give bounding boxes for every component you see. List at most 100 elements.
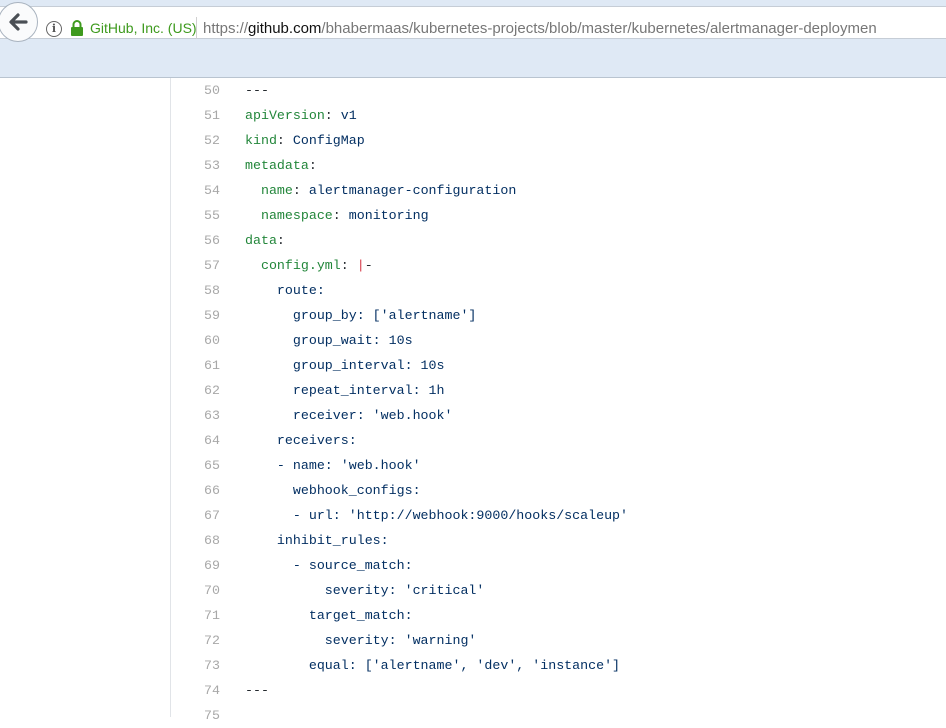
site-identity-label[interactable]: GitHub, Inc. (US) xyxy=(90,20,197,36)
code-text: receiver: 'web.hook' xyxy=(245,403,453,428)
code-line: 61 group_interval: 10s xyxy=(0,353,946,378)
yaml-punctuation: : xyxy=(276,233,285,248)
line-number[interactable]: 52 xyxy=(170,128,220,153)
yaml-key: metadata xyxy=(245,158,309,173)
code-line: 54 name: alertmanager-configuration xyxy=(0,178,946,203)
line-number[interactable]: 62 xyxy=(170,378,220,403)
url-prefix: https:// xyxy=(203,20,249,37)
yaml-punctuation: : xyxy=(308,158,317,173)
line-number[interactable]: 68 xyxy=(170,528,220,553)
line-number[interactable]: 74 xyxy=(170,678,220,703)
line-number[interactable]: 60 xyxy=(170,328,220,353)
code-line: 74 --- xyxy=(0,678,946,703)
line-number[interactable]: 70 xyxy=(170,578,220,603)
code-text: route: xyxy=(245,278,325,303)
code-line: 57 config.yml: |- xyxy=(0,253,946,278)
line-number[interactable]: 53 xyxy=(170,153,220,178)
yaml-punctuation: --- xyxy=(245,83,269,98)
line-number[interactable]: 66 xyxy=(170,478,220,503)
browser-toolbar: i GitHub, Inc. (US) https://github.com/b… xyxy=(0,0,946,78)
code-line: 68 inhibit_rules: xyxy=(0,528,946,553)
line-number[interactable]: 56 xyxy=(170,228,220,253)
yaml-value: - source_match: xyxy=(245,558,413,573)
code-line: 63 receiver: 'web.hook' xyxy=(0,403,946,428)
code-text: group_interval: 10s xyxy=(245,353,445,378)
code-line: 71 target_match: xyxy=(0,603,946,628)
code-text: - url: 'http://webhook:9000/hooks/scaleu… xyxy=(245,503,628,528)
code-text: inhibit_rules: xyxy=(245,528,389,553)
yaml-value: - url: 'http://webhook:9000/hooks/scaleu… xyxy=(245,508,629,523)
info-icon[interactable]: i xyxy=(46,21,62,37)
yaml-value: group_interval: 10s xyxy=(245,358,445,373)
line-number[interactable]: 64 xyxy=(170,428,220,453)
yaml-operator: | xyxy=(356,258,365,273)
code-line: 58 route: xyxy=(0,278,946,303)
yaml-punctuation xyxy=(245,258,261,273)
code-text: --- xyxy=(245,678,269,703)
line-number[interactable]: 61 xyxy=(170,353,220,378)
code-line: 51 apiVersion: v1 xyxy=(0,103,946,128)
yaml-value: group_by: ['alertname'] xyxy=(245,308,477,323)
line-number[interactable]: 72 xyxy=(170,628,220,653)
line-number[interactable]: 59 xyxy=(170,303,220,328)
url-text[interactable]: https://github.com/bhabermaas/kubernetes… xyxy=(203,20,877,37)
yaml-value: webhook_configs: xyxy=(245,483,421,498)
yaml-value: equal: ['alertname', 'dev', 'instance'] xyxy=(245,658,621,673)
line-number[interactable]: 67 xyxy=(170,503,220,528)
code-line: 52 kind: ConfigMap xyxy=(0,128,946,153)
code-view: 50 --- 51 apiVersion: v1 52 kind: ConfigMap 53… xyxy=(0,78,946,723)
code-line: 70 severity: 'critical' xyxy=(0,578,946,603)
divider xyxy=(196,17,197,39)
line-number[interactable]: 54 xyxy=(170,178,220,203)
code-line: 72 severity: 'warning' xyxy=(0,628,946,653)
code-text: name: alertmanager-configuration xyxy=(245,178,516,203)
line-number[interactable]: 51 xyxy=(170,103,220,128)
yaml-punctuation: : xyxy=(332,208,349,223)
code-text: - source_match: xyxy=(245,553,413,578)
code-text: data: xyxy=(245,228,285,253)
yaml-value: v1 xyxy=(340,108,357,123)
line-number[interactable]: 50 xyxy=(170,78,220,103)
line-number[interactable]: 75 xyxy=(170,703,220,728)
code-text: severity: 'warning' xyxy=(245,628,477,653)
code-line: 65 - name: 'web.hook' xyxy=(0,453,946,478)
line-number[interactable]: 69 xyxy=(170,553,220,578)
yaml-key: kind xyxy=(245,133,277,148)
url-host: github.com xyxy=(248,20,322,37)
code-text: target_match: xyxy=(245,603,413,628)
yaml-key: name xyxy=(260,183,293,198)
code-text: severity: 'critical' xyxy=(245,578,485,603)
yaml-value: severity: 'warning' xyxy=(245,633,477,648)
yaml-key: namespace xyxy=(260,208,333,223)
code-text: config.yml: |- xyxy=(245,253,373,278)
line-number[interactable]: 65 xyxy=(170,453,220,478)
line-number[interactable]: 71 xyxy=(170,603,220,628)
code-line: 53 metadata: xyxy=(0,153,946,178)
code-text: metadata: xyxy=(245,153,317,178)
yaml-value: route: xyxy=(245,283,325,298)
line-number[interactable]: 63 xyxy=(170,403,220,428)
address-bar[interactable]: i GitHub, Inc. (US) https://github.com/b… xyxy=(0,6,946,39)
yaml-value: ConfigMap xyxy=(292,133,365,148)
line-number[interactable]: 73 xyxy=(170,653,220,678)
code-line: 50 --- xyxy=(0,78,946,103)
code-text: group_wait: 10s xyxy=(245,328,413,353)
code-line: 67 - url: 'http://webhook:9000/hooks/sca… xyxy=(0,503,946,528)
yaml-key: data xyxy=(245,233,277,248)
code-line: 64 receivers: xyxy=(0,428,946,453)
yaml-value: monitoring xyxy=(348,208,429,223)
code-line: 56 data: xyxy=(0,228,946,253)
code-text: webhook_configs: xyxy=(245,478,421,503)
yaml-value: target_match: xyxy=(245,608,413,623)
yaml-punctuation: : xyxy=(292,183,309,198)
yaml-value: repeat_interval: 1h xyxy=(245,383,445,398)
line-number[interactable]: 57 xyxy=(170,253,220,278)
yaml-punctuation xyxy=(245,183,261,198)
line-number[interactable]: 58 xyxy=(170,278,220,303)
code-text: --- xyxy=(245,78,269,103)
code-line: 75 xyxy=(0,703,946,728)
line-number[interactable]: 55 xyxy=(170,203,220,228)
code-line: 60 group_wait: 10s xyxy=(0,328,946,353)
code-line: 66 webhook_configs: xyxy=(0,478,946,503)
yaml-value: receiver: 'web.hook' xyxy=(245,408,453,423)
